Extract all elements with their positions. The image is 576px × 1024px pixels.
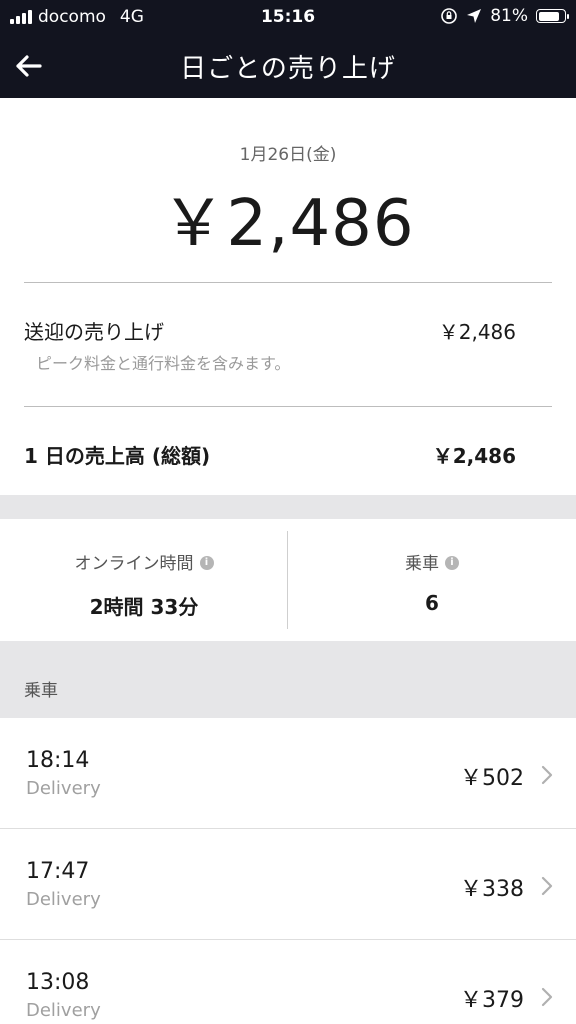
status-bar: docomo 4G 15:16 81% — [0, 0, 576, 34]
rides-stat: 乗車 i 6 — [288, 519, 576, 641]
total-earnings: ￥2,486 — [161, 187, 415, 261]
rides-label-row: 乗車 i — [288, 549, 576, 574]
info-icon[interactable]: i — [199, 556, 214, 570]
summary-date: 1月26日(金) — [239, 145, 337, 165]
trip-type: Delivery — [26, 778, 101, 799]
trip-time: 18:14 — [26, 748, 90, 773]
trip-fare: ￥379 — [460, 988, 524, 1013]
battery-fill — [538, 11, 559, 21]
trip-row[interactable]: 17:47 Delivery ￥338 — [0, 829, 576, 939]
status-right: 81% — [440, 6, 569, 26]
rides-count-value: 6 — [425, 591, 439, 615]
orientation-lock-icon — [441, 8, 458, 24]
divider — [24, 282, 552, 283]
earnings-summary: 1月26日(金) ￥2,486 送迎の売り上げ ￥2,486 ピーク料金と通行料… — [0, 98, 576, 495]
page-title: 日ごとの売り上げ — [180, 54, 396, 84]
online-time-label-row: オンライン時間 i — [0, 549, 288, 574]
trip-time: 17:47 — [26, 859, 90, 884]
divider — [24, 406, 552, 407]
battery-percent: 81% — [490, 6, 528, 26]
trip-type: Delivery — [26, 889, 101, 910]
stats-panel: オンライン時間 i 2時間 33分 乗車 i 6 — [0, 519, 576, 641]
trip-row[interactable]: 13:08 Delivery ￥379 — [0, 940, 576, 1024]
rides-label: 乗車 — [405, 554, 439, 574]
info-icon[interactable]: i — [445, 556, 459, 570]
chevron-right-icon — [541, 876, 553, 896]
pickup-earnings-value: ￥2,486 — [438, 320, 516, 344]
location-arrow-icon — [467, 9, 482, 23]
trips-section-title: 乗車 — [24, 681, 58, 701]
trip-time: 13:08 — [26, 970, 90, 995]
pickup-earnings-label: 送迎の売り上げ — [24, 320, 164, 344]
trip-fare: ￥338 — [460, 877, 524, 902]
trip-type: Delivery — [26, 1000, 101, 1021]
pickup-earnings-note: ピーク料金と通行料金を含みます。 — [36, 354, 291, 373]
section-spacer — [0, 495, 576, 519]
online-time-value: 2時間 33分 — [89, 595, 199, 619]
online-time-stat: オンライン時間 i 2時間 33分 — [0, 519, 288, 641]
chevron-right-icon — [541, 765, 553, 785]
online-time-label: オンライン時間 — [74, 554, 194, 574]
trip-row[interactable]: 18:14 Delivery ￥502 — [0, 718, 576, 828]
daily-gross-value: ￥2,486 — [432, 444, 516, 468]
daily-gross-label: 1 日の売上高 (総額) — [24, 444, 211, 468]
battery-icon — [536, 9, 569, 23]
app-header: 日ごとの売り上げ — [0, 34, 576, 98]
chevron-right-icon — [541, 987, 553, 1007]
trips-section-header: 乗車 — [0, 641, 576, 718]
trip-fare: ￥502 — [460, 766, 524, 791]
